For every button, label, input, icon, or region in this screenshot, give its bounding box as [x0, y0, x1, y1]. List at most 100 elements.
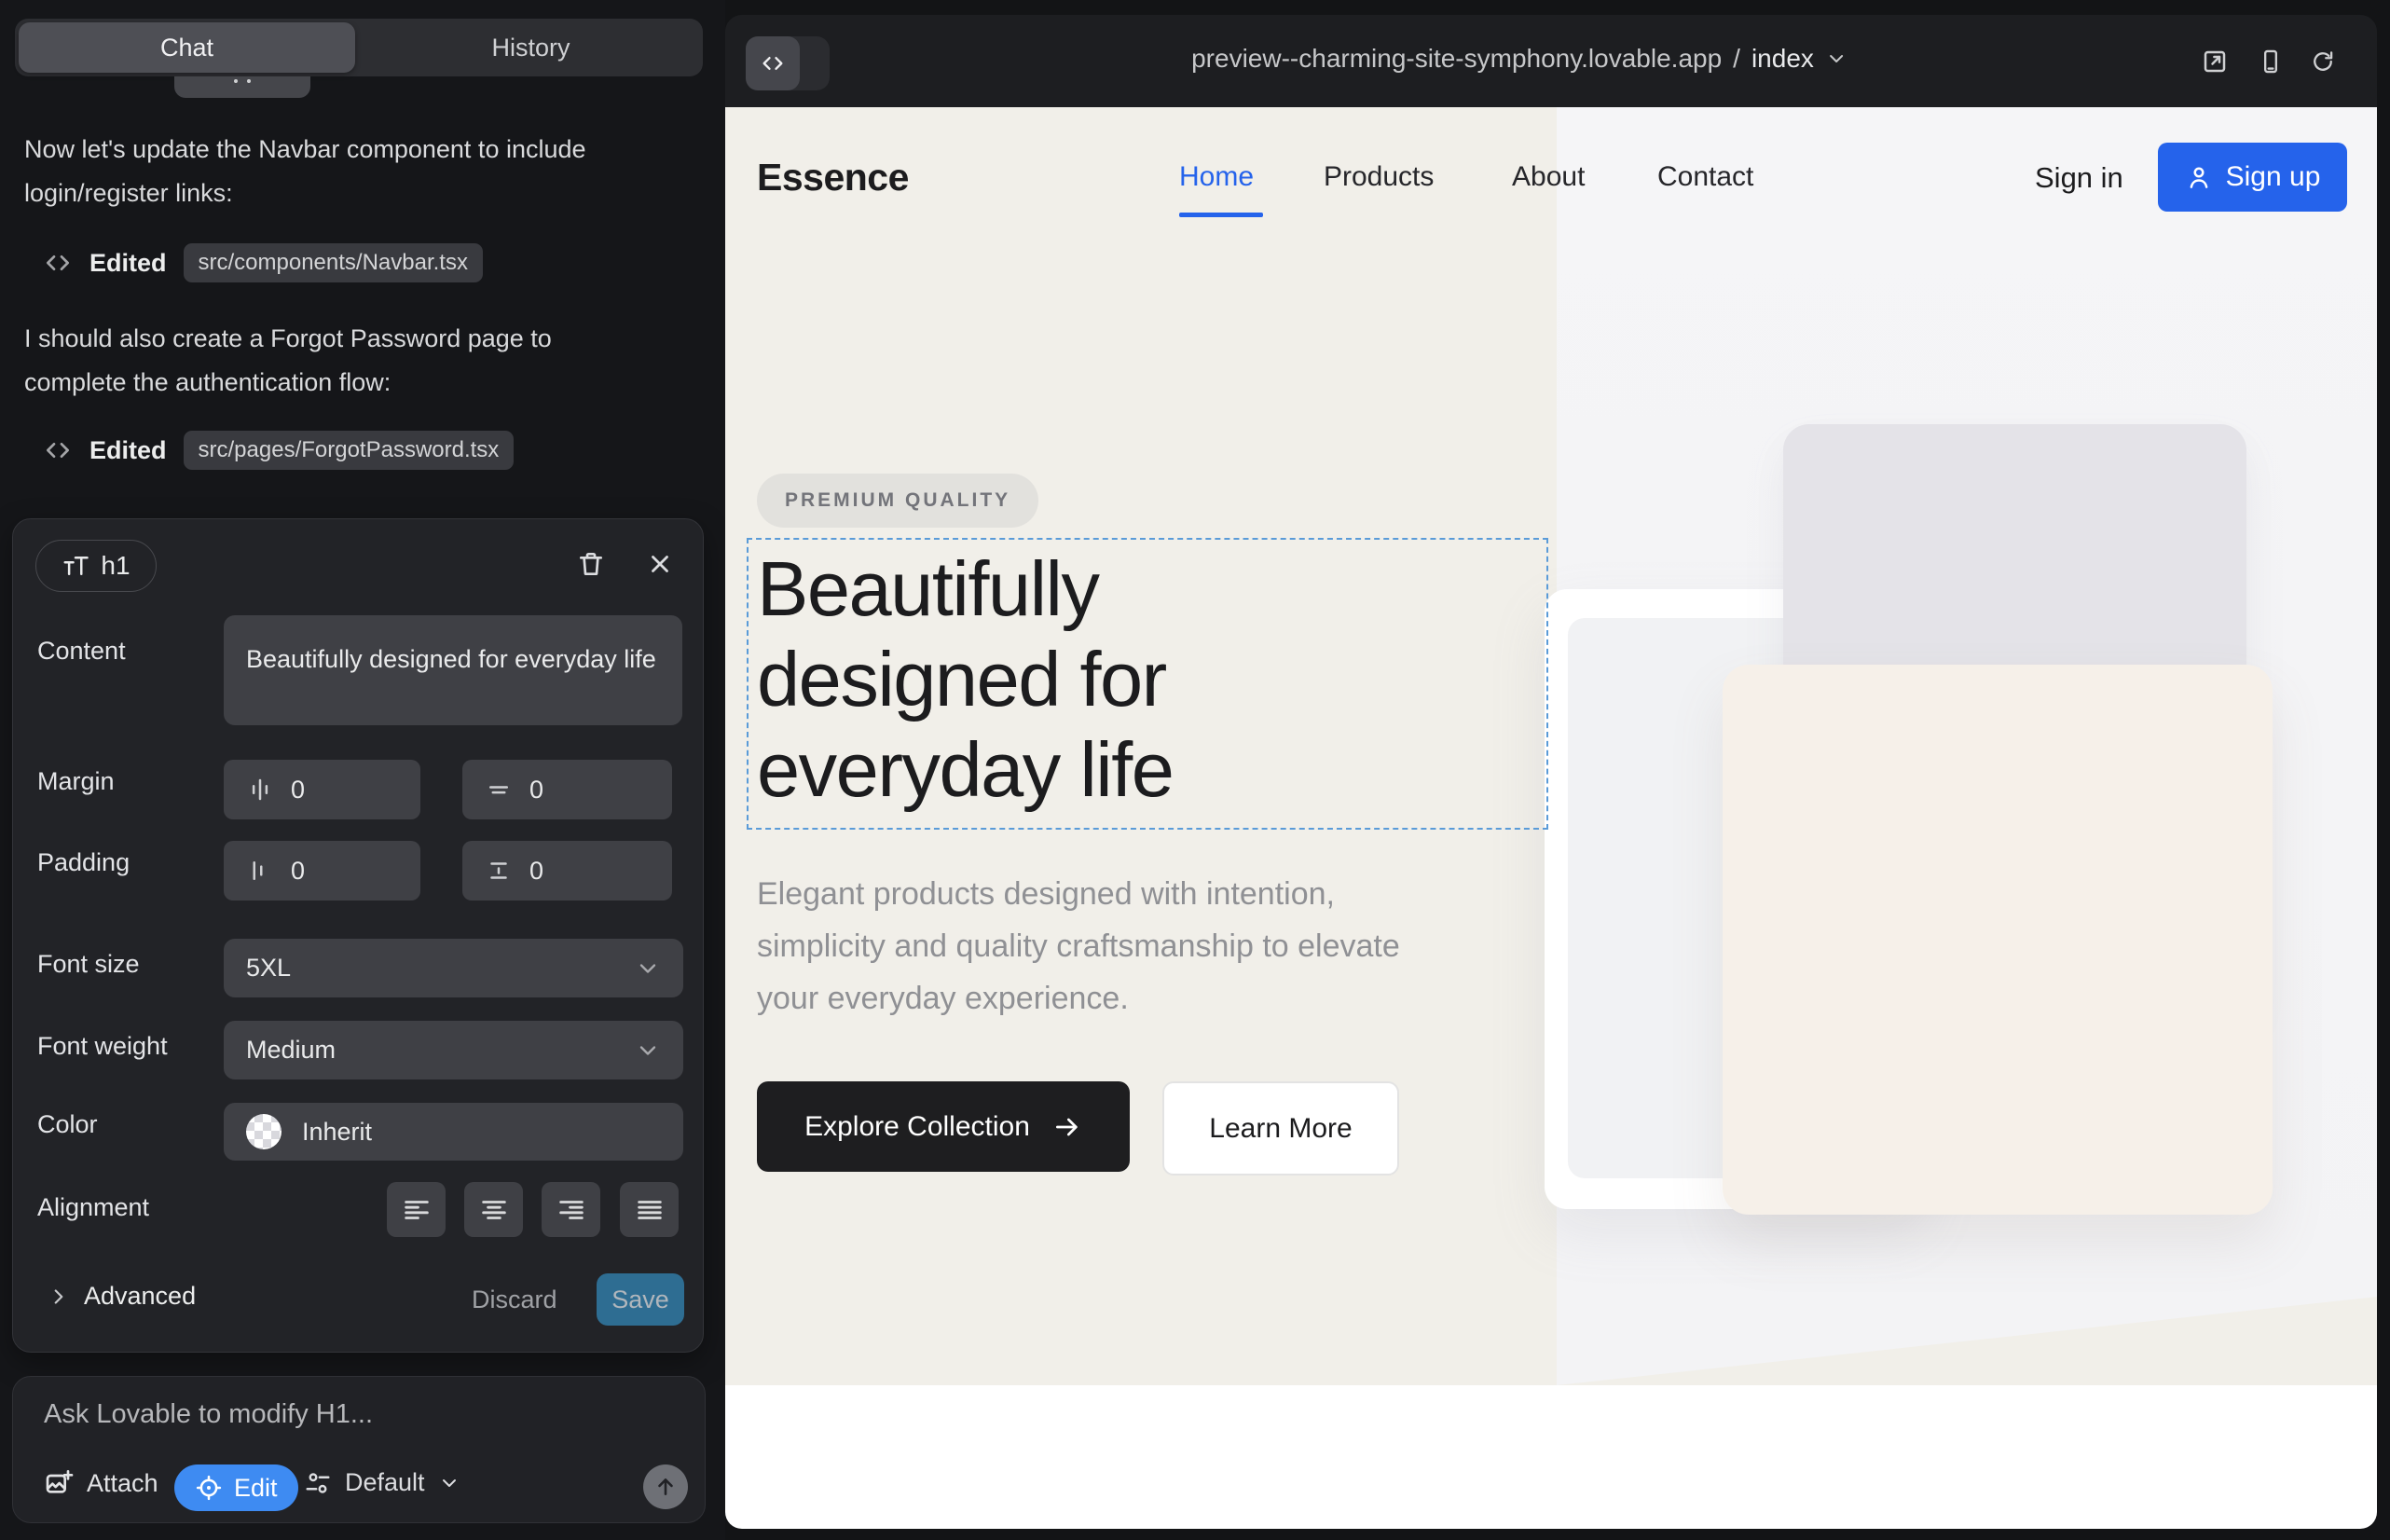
align-justify-button[interactable] — [620, 1182, 679, 1237]
edited-file-row[interactable]: Edited src/pages/ForgotPassword.tsx — [43, 430, 514, 471]
person-icon — [2185, 163, 2213, 191]
element-tag-label: h1 — [101, 551, 130, 581]
margin-x-input[interactable]: 0 — [224, 760, 420, 819]
lovable-sidebar: Chat History Now let's update the Navbar… — [0, 0, 725, 1540]
element-editor-panel: h1 Content Beautifully designed for ever… — [12, 518, 704, 1353]
padding-x-input[interactable]: 0 — [224, 841, 420, 901]
url-domain: preview--charming-site-symphony.lovable.… — [1191, 44, 1722, 74]
padding-y-input[interactable]: 0 — [462, 841, 672, 901]
open-in-new-tab-button[interactable] — [2194, 47, 2235, 76]
preview-page: Essence Home Products About Contact Sign… — [725, 107, 2377, 1529]
mobile-view-button[interactable] — [2250, 47, 2291, 76]
edit-mode-button[interactable]: Edit — [174, 1464, 298, 1511]
file-chip[interactable]: src/components/Navbar.tsx — [184, 243, 483, 282]
hero-heading-line: Beautifully — [757, 543, 1173, 634]
chevron-down-icon — [1825, 48, 1847, 70]
code-preview-toggle[interactable] — [746, 36, 830, 90]
mobile-device-icon — [2258, 48, 2284, 75]
code-icon — [43, 248, 73, 278]
hero-cta-row: Explore Collection Learn More — [757, 1081, 1399, 1176]
trash-icon — [576, 549, 606, 579]
hero-heading-line: designed for — [757, 634, 1173, 724]
chevron-right-icon — [47, 1285, 71, 1309]
sliders-icon — [304, 1469, 332, 1497]
delete-element-button[interactable] — [570, 543, 611, 584]
font-weight-label: Font weight — [37, 1032, 168, 1061]
edited-label: Edited — [89, 249, 167, 278]
sign-up-button[interactable]: Sign up — [2158, 143, 2347, 212]
font-size-value: 5XL — [246, 954, 291, 983]
mode-label: Default — [345, 1468, 425, 1497]
code-icon — [43, 435, 73, 465]
sign-up-label: Sign up — [2226, 161, 2321, 193]
url-bar[interactable]: preview--charming-site-symphony.lovable.… — [1191, 44, 1847, 74]
font-weight-value: Medium — [246, 1036, 336, 1065]
decorative-card-cream — [1723, 665, 2273, 1215]
align-justify-icon — [634, 1194, 666, 1226]
refresh-button[interactable] — [2302, 47, 2343, 76]
align-left-icon — [401, 1194, 433, 1226]
edited-file-row[interactable]: Edited src/components/Navbar.tsx — [43, 242, 483, 283]
attach-image-icon — [44, 1468, 74, 1498]
nav-link-about[interactable]: About — [1512, 161, 1585, 193]
hero-heading-line: everyday life — [757, 724, 1173, 815]
padding-vertical-icon — [485, 857, 513, 885]
margin-vertical-icon — [485, 776, 513, 804]
arrow-right-icon — [1052, 1112, 1082, 1142]
send-button[interactable] — [643, 1464, 688, 1509]
url-path: index — [1751, 44, 1814, 74]
target-icon — [195, 1474, 223, 1502]
explore-collection-button[interactable]: Explore Collection — [757, 1081, 1130, 1172]
margin-label: Margin — [37, 767, 115, 796]
nav-link-products[interactable]: Products — [1324, 161, 1434, 193]
chat-history-tabs: Chat History — [15, 19, 703, 76]
sign-in-link[interactable]: Sign in — [2035, 161, 2123, 195]
nav-link-home[interactable]: Home — [1179, 161, 1254, 193]
explore-collection-label: Explore Collection — [804, 1111, 1030, 1143]
align-right-icon — [556, 1194, 587, 1226]
font-weight-select[interactable]: Medium — [224, 1021, 683, 1079]
font-size-label: Font size — [37, 950, 140, 979]
refresh-icon — [2310, 48, 2336, 75]
attach-button[interactable]: Attach — [44, 1468, 158, 1498]
save-button[interactable]: Save — [597, 1273, 684, 1326]
arrow-up-icon — [653, 1475, 678, 1499]
chat-message: I should also create a Forgot Password p… — [24, 317, 602, 405]
margin-y-value: 0 — [529, 776, 543, 804]
tab-history[interactable]: History — [363, 22, 699, 73]
learn-more-button[interactable]: Learn More — [1162, 1081, 1399, 1176]
font-size-select[interactable]: 5XL — [224, 939, 683, 997]
file-chip[interactable]: src/pages/ForgotPassword.tsx — [184, 431, 515, 470]
code-icon — [746, 36, 800, 90]
color-value: Inherit — [302, 1118, 372, 1147]
external-link-icon — [2201, 48, 2229, 76]
content-input[interactable]: Beautifully designed for everyday life — [224, 615, 682, 725]
tab-chat[interactable]: Chat — [19, 22, 355, 73]
hero-paragraph: Elegant products designed with intention… — [757, 868, 1465, 1024]
composer-input[interactable]: Ask Lovable to modify H1... — [44, 1399, 373, 1430]
element-tag-pill[interactable]: h1 — [35, 540, 157, 592]
align-right-button[interactable] — [542, 1182, 600, 1237]
hero-heading[interactable]: Beautifully designed for everyday life — [757, 543, 1173, 815]
chevron-down-icon — [635, 1038, 661, 1064]
padding-label: Padding — [37, 848, 130, 877]
align-center-icon — [478, 1194, 510, 1226]
align-left-button[interactable] — [387, 1182, 446, 1237]
scrolled-chip-stub — [174, 76, 310, 98]
margin-y-input[interactable]: 0 — [462, 760, 672, 819]
color-label: Color — [37, 1110, 98, 1139]
site-logo[interactable]: Essence — [757, 156, 909, 199]
chat-composer: Ask Lovable to modify H1... Attach Edit … — [12, 1376, 706, 1523]
transparent-color-swatch-icon — [246, 1114, 282, 1149]
color-select[interactable]: Inherit — [224, 1103, 683, 1161]
advanced-toggle[interactable]: Advanced — [47, 1282, 196, 1311]
model-mode-select[interactable]: Default — [304, 1468, 460, 1497]
browser-chrome-bar: preview--charming-site-symphony.lovable.… — [725, 15, 2377, 107]
align-center-button[interactable] — [464, 1182, 523, 1237]
hero-section: Essence Home Products About Contact Sign… — [725, 107, 2377, 1385]
premium-quality-badge: PREMIUM QUALITY — [757, 474, 1038, 528]
discard-button[interactable]: Discard — [472, 1286, 557, 1314]
advanced-label: Advanced — [84, 1282, 196, 1311]
close-panel-button[interactable] — [639, 543, 680, 584]
nav-link-contact[interactable]: Contact — [1657, 161, 1753, 193]
